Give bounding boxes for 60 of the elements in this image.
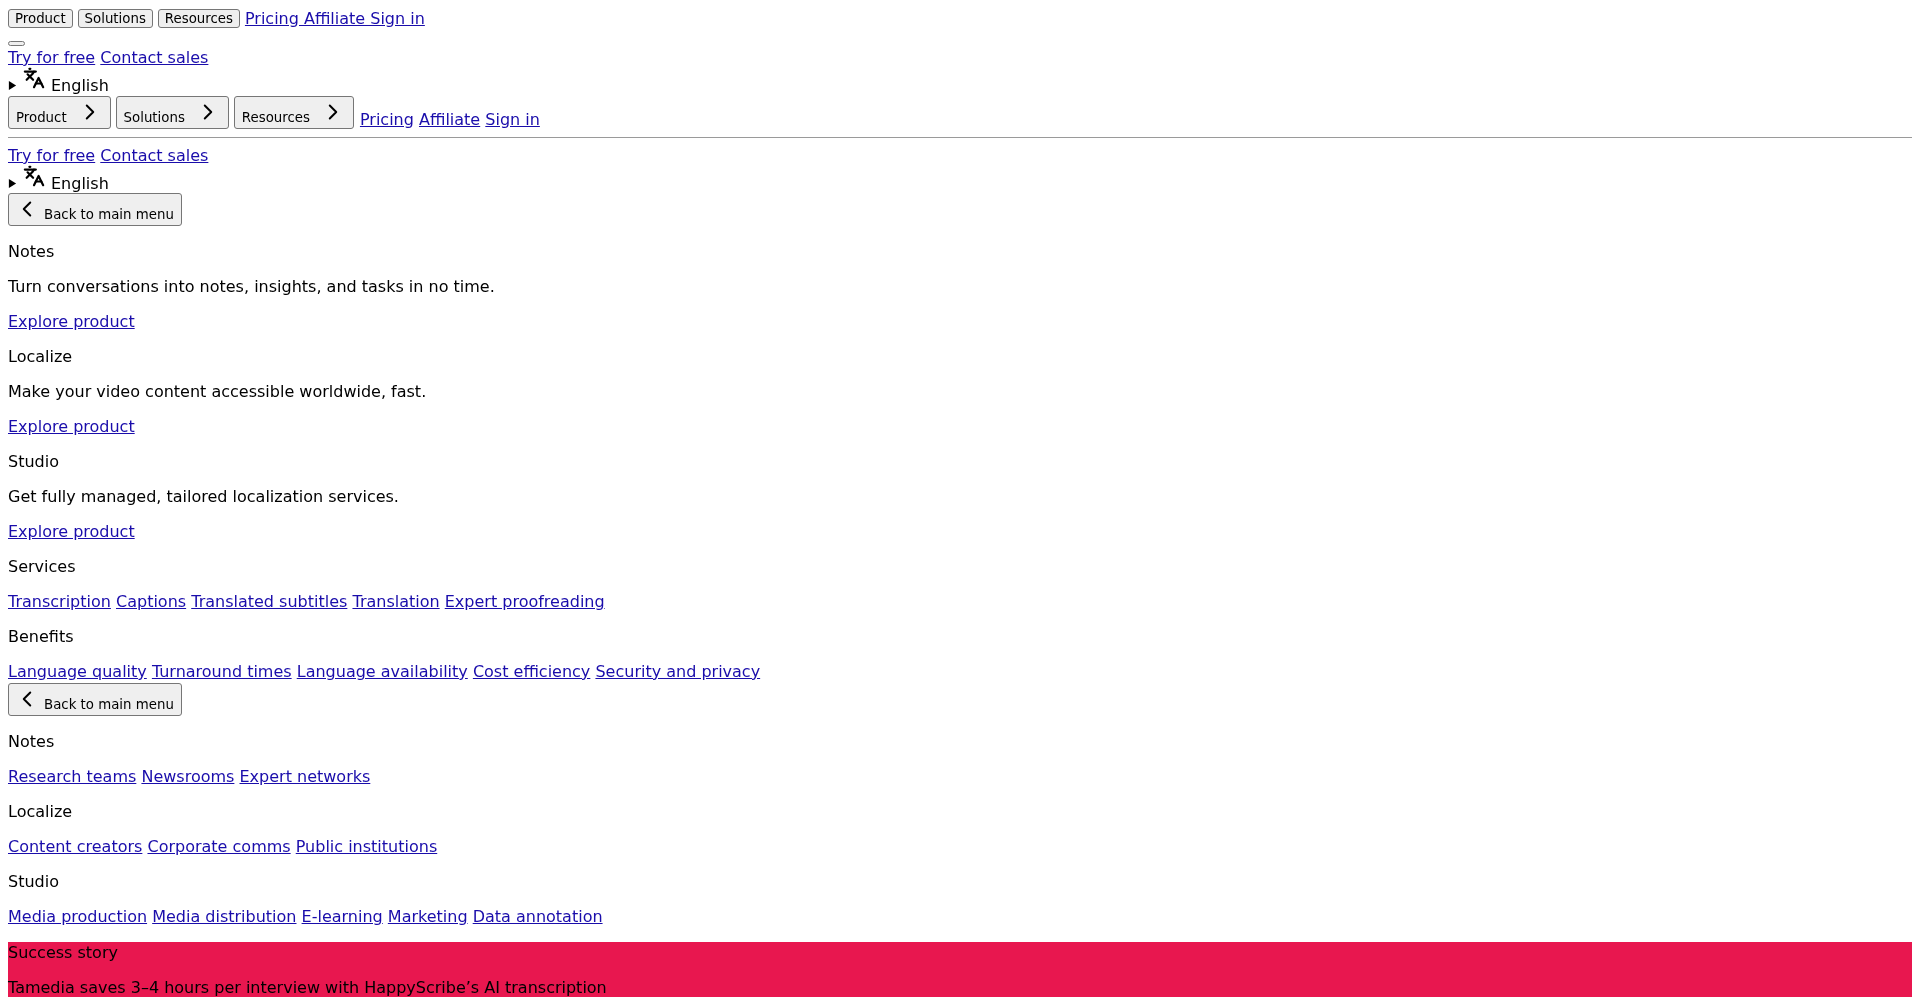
success-story-title: Tamedia saves 3–4 hours per interview with HappyScribe’s AI transcription bbox=[8, 978, 608, 997]
menu-button[interactable]: Solutions bbox=[77, 8, 153, 28]
nav-link[interactable]: Translation bbox=[352, 592, 440, 611]
nav-link[interactable]: Content creators bbox=[8, 837, 143, 856]
product-description: Turn conversations into notes, insights, and tasks in no time. bbox=[8, 277, 496, 296]
nav-link[interactable]: Marketing bbox=[387, 907, 468, 926]
nav-link[interactable]: Captions bbox=[116, 592, 187, 611]
product-name: Notes bbox=[8, 242, 56, 261]
menu-button[interactable]: Resources bbox=[157, 8, 240, 28]
product-name: Localize bbox=[8, 347, 74, 366]
product-name: Studio bbox=[8, 452, 60, 471]
nav-link[interactable]: Language availability bbox=[296, 662, 468, 681]
nav-link[interactable]: E-learning bbox=[301, 907, 383, 926]
explore-link[interactable]: Explore product bbox=[8, 522, 135, 541]
collapsed-marker-icon[interactable] bbox=[8, 81, 17, 90]
nav-link[interactable]: Translated subtitles bbox=[191, 592, 348, 611]
group-title: Services bbox=[8, 557, 77, 576]
nav-link[interactable]: Data annotation bbox=[472, 907, 603, 926]
group-title: Studio bbox=[8, 872, 60, 891]
nav-link[interactable]: Public institutions bbox=[295, 837, 438, 856]
explore-link[interactable]: Explore product bbox=[8, 417, 135, 436]
nav-link[interactable]: Newsrooms bbox=[141, 767, 235, 786]
nav-link[interactable]: Contact sales bbox=[100, 48, 209, 67]
group-title: Localize bbox=[8, 802, 74, 821]
language-label[interactable]: English bbox=[51, 174, 109, 193]
nav-link[interactable]: Pricing bbox=[359, 110, 414, 129]
nav-link[interactable]: Expert networks bbox=[239, 767, 371, 786]
nav-link[interactable]: Contact sales bbox=[100, 146, 209, 165]
menu-button[interactable]: Resources bbox=[233, 96, 354, 129]
success-story-label: Success story bbox=[8, 942, 119, 962]
nav-link[interactable]: Affiliate bbox=[418, 110, 481, 129]
language-label[interactable]: English bbox=[51, 76, 109, 95]
group-title: Notes bbox=[8, 732, 56, 751]
translate-icon bbox=[23, 165, 45, 187]
nav-link[interactable]: Pricing Affiliate Sign in bbox=[244, 8, 425, 28]
nav-link[interactable]: Expert proofreading bbox=[444, 592, 605, 611]
product-description: Get fully managed, tailored localization services. bbox=[8, 487, 400, 506]
nav-link[interactable]: Security and privacy bbox=[595, 662, 761, 681]
nav-link[interactable]: Corporate comms bbox=[147, 837, 291, 856]
nav-link[interactable]: Cost efficiency bbox=[472, 662, 591, 681]
menu-button[interactable]: Product bbox=[8, 96, 111, 129]
nav-link[interactable]: Language quality bbox=[8, 662, 147, 681]
nav-link[interactable]: Media distribution bbox=[152, 907, 297, 926]
nav-link[interactable]: Try for free bbox=[8, 146, 96, 165]
product-description: Make your video content accessible worldwide, fast. bbox=[8, 382, 428, 401]
nav-link[interactable]: Media production bbox=[8, 907, 148, 926]
explore-link[interactable]: Explore product bbox=[8, 312, 135, 331]
nav-link[interactable]: Try for free bbox=[8, 48, 96, 67]
back-button[interactable]: Back to main menu bbox=[8, 683, 182, 716]
translate-icon bbox=[23, 67, 45, 89]
back-button[interactable]: Back to main menu bbox=[8, 193, 182, 226]
menu-button[interactable]: Product bbox=[8, 8, 73, 28]
collapsed-marker-icon[interactable] bbox=[8, 179, 17, 188]
nav-link[interactable]: Transcription bbox=[8, 592, 111, 611]
menu-button[interactable]: Solutions bbox=[115, 96, 229, 129]
group-title: Benefits bbox=[8, 627, 75, 646]
nav-link[interactable]: Turnaround times bbox=[151, 662, 292, 681]
empty-button[interactable] bbox=[8, 41, 25, 46]
nav-link[interactable]: Sign in bbox=[485, 110, 540, 129]
nav-link[interactable]: Research teams bbox=[8, 767, 137, 786]
